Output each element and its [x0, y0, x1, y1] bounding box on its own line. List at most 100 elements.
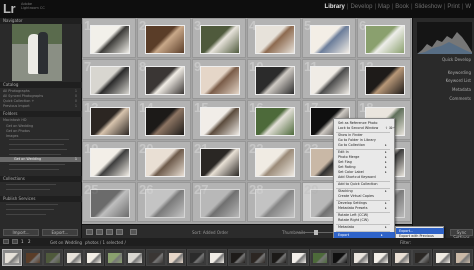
- context-menu-item[interactable]: Set as Reference Photo: [338, 121, 377, 125]
- grid-cell[interactable]: 22: [247, 141, 301, 181]
- painter-icon[interactable]: [130, 229, 137, 235]
- grid-cell[interactable]: 11: [302, 59, 356, 99]
- photo-thumbnail[interactable]: [366, 26, 404, 53]
- publish-item[interactable]: [6, 209, 54, 210]
- module-develop[interactable]: Develop: [350, 4, 372, 10]
- grid-cell[interactable]: 27: [192, 182, 246, 222]
- folder-item[interactable]: Images: [6, 134, 18, 138]
- catalog-item[interactable]: Quick Collection +: [3, 99, 34, 103]
- filmstrip-thumbnail[interactable]: [330, 249, 350, 266]
- sync-settings-button[interactable]: Sync Settings: [450, 229, 473, 240]
- keyword-list-label[interactable]: Keyword List: [446, 78, 471, 83]
- filmstrip-thumbnail[interactable]: [350, 249, 371, 266]
- context-menu-item[interactable]: Photo Merge ▸: [338, 155, 387, 159]
- filmstrip-thumbnail[interactable]: [371, 249, 391, 266]
- photo-thumbnail[interactable]: [311, 67, 349, 94]
- collections-header[interactable]: Collections: [0, 176, 82, 182]
- folders-header[interactable]: Folders: [0, 111, 82, 117]
- grid-cell[interactable]: 21: [192, 141, 246, 181]
- grid-cell[interactable]: 5: [302, 18, 356, 58]
- filmstrip-thumbnail[interactable]: [268, 249, 289, 266]
- photo-thumbnail[interactable]: [201, 190, 239, 217]
- publish-item[interactable]: [6, 214, 46, 215]
- thumbnail-size-knob[interactable]: [314, 230, 318, 235]
- context-menu-item[interactable]: Show in Finder: [338, 133, 363, 137]
- filmstrip-thumbnail[interactable]: [125, 249, 145, 266]
- photo-thumbnail[interactable]: [91, 26, 129, 53]
- context-menu-item[interactable]: Add Shortcut Keyword: [338, 175, 376, 179]
- filmstrip-thumbnail[interactable]: [186, 249, 207, 266]
- publish-item[interactable]: [6, 204, 58, 205]
- catalog-item[interactable]: Previous Import: [3, 104, 30, 108]
- filmstrip-thumbnail[interactable]: [432, 249, 453, 266]
- filmstrip[interactable]: [0, 246, 474, 270]
- filmstrip-thumbnail[interactable]: [391, 249, 412, 266]
- grid-cell[interactable]: 19: [82, 141, 136, 181]
- survey-view-icon[interactable]: [116, 229, 123, 235]
- folder-item[interactable]: Macintosh HD: [3, 118, 27, 122]
- photo-thumbnail[interactable]: [256, 26, 294, 53]
- photo-thumbnail[interactable]: [146, 108, 184, 135]
- filmstrip-thumbnail[interactable]: [43, 249, 63, 266]
- secondary-display-icon[interactable]: [3, 239, 9, 244]
- catalog-header[interactable]: Catalog: [0, 82, 82, 88]
- photo-thumbnail[interactable]: [91, 149, 129, 176]
- grid-cell[interactable]: 6: [357, 18, 411, 58]
- grid-cell[interactable]: 3: [192, 18, 246, 58]
- context-menu-item[interactable]: Lock to Second Window ⇧ ⌘↵: [338, 126, 395, 130]
- filmstrip-thumbnail[interactable]: [84, 249, 104, 266]
- metadata-label[interactable]: Metadata: [452, 87, 471, 92]
- context-menu-item[interactable]: Develop Settings ▸: [338, 201, 387, 205]
- secondary-display-icon[interactable]: [12, 239, 18, 244]
- loupe-view-icon[interactable]: [96, 229, 103, 235]
- grid-cell[interactable]: 10: [247, 59, 301, 99]
- module-library[interactable]: Library: [325, 4, 345, 10]
- sort-order[interactable]: Sort: Added Order: [192, 230, 228, 235]
- folder-item[interactable]: [9, 164, 65, 165]
- context-menu-item[interactable]: Edit In ▸: [338, 150, 387, 154]
- collection-item[interactable]: [6, 189, 50, 190]
- publish-services-header[interactable]: Publish Services: [0, 196, 82, 202]
- context-menu-item[interactable]: Metadata ▸: [338, 225, 387, 229]
- filmstrip-thumbnail[interactable]: [22, 249, 43, 266]
- filmstrip-thumbnail[interactable]: [453, 249, 473, 266]
- photo-thumbnail[interactable]: [146, 149, 184, 176]
- compare-view-icon[interactable]: [106, 229, 113, 235]
- grid-cell[interactable]: 20: [137, 141, 191, 181]
- grid-cell[interactable]: 12: [357, 59, 411, 99]
- grid-cell[interactable]: 26: [137, 182, 191, 222]
- folder-item[interactable]: [9, 139, 69, 140]
- module-slideshow[interactable]: Slideshow: [415, 4, 442, 10]
- photo-thumbnail[interactable]: [91, 108, 129, 135]
- context-menu-item[interactable]: Set Rating ▸: [338, 165, 387, 169]
- catalog-item[interactable]: All Photographs: [3, 89, 30, 93]
- breadcrumb[interactable]: Get on Wedding: [50, 240, 82, 245]
- photo-thumbnail[interactable]: [146, 67, 184, 94]
- folder-item[interactable]: [9, 144, 64, 145]
- quick-develop-label[interactable]: Quick Develop: [442, 57, 471, 62]
- context-menu-item[interactable]: Metadata Presets ▸: [338, 206, 387, 210]
- grid-cell[interactable]: 4: [247, 18, 301, 58]
- filmstrip-thumbnail[interactable]: [145, 249, 166, 266]
- photo-thumbnail[interactable]: [91, 67, 129, 94]
- photo-thumbnail[interactable]: [311, 26, 349, 53]
- photo-thumbnail[interactable]: [256, 190, 294, 217]
- import-button[interactable]: Import...: [3, 229, 39, 236]
- context-menu-item[interactable]: Set Color Label ▸: [338, 170, 387, 174]
- module-print[interactable]: Print: [447, 4, 459, 10]
- photo-thumbnail[interactable]: [201, 67, 239, 94]
- photo-thumbnail[interactable]: [256, 108, 294, 135]
- grid-cell[interactable]: 7: [82, 59, 136, 99]
- module-web[interactable]: W: [465, 4, 471, 10]
- module-map[interactable]: Map: [378, 4, 390, 10]
- folder-item[interactable]: [9, 169, 59, 170]
- grid-cell[interactable]: 1: [82, 18, 136, 58]
- folder-item-selected[interactable]: Get on Wedding: [0, 157, 81, 162]
- grid-cell[interactable]: 13: [82, 100, 136, 140]
- folder-item[interactable]: Get on Photos: [6, 129, 30, 133]
- filmstrip-thumbnail[interactable]: [412, 249, 432, 266]
- comments-label[interactable]: Comments: [449, 96, 471, 101]
- export-button[interactable]: Export...: [42, 229, 78, 236]
- filmstrip-thumbnail[interactable]: [289, 249, 309, 266]
- grid-view-icon[interactable]: [86, 229, 93, 235]
